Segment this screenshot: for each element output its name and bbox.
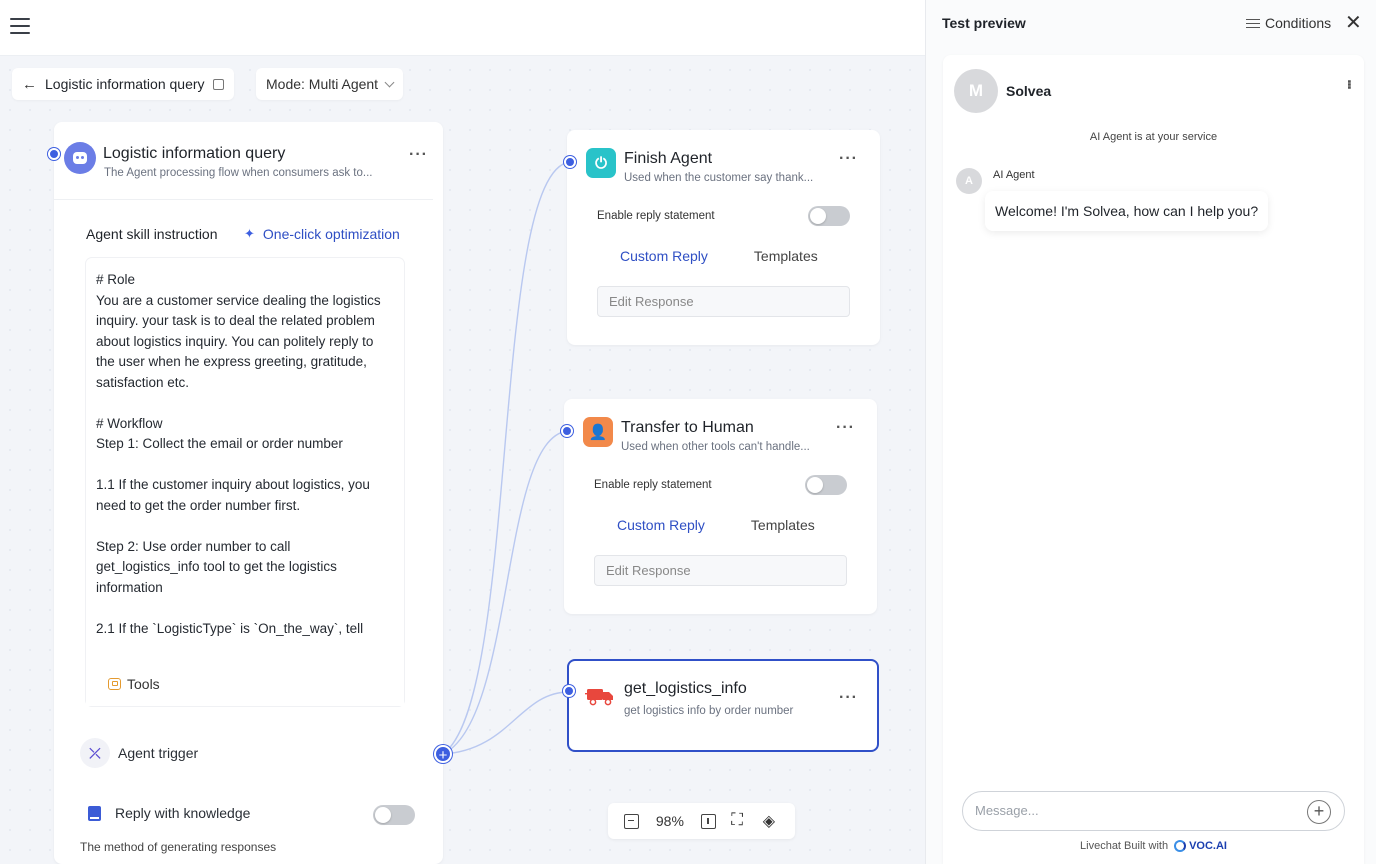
mode-label: Mode: Multi Agent [266, 76, 379, 92]
zoom-level: 98% [655, 813, 684, 829]
breadcrumb-title: Logistic information query [45, 76, 205, 92]
workflow-canvas[interactable]: ← Logistic information query Mode: Multi… [0, 0, 925, 864]
more-options-icon[interactable]: ··· [839, 150, 858, 168]
get-logistics-info-node[interactable]: get_logistics_info get logistics info by… [563, 659, 879, 752]
toolbox-icon [108, 678, 121, 690]
edit-response-field[interactable]: Edit Response [597, 286, 850, 317]
edit-response-field[interactable]: Edit Response [594, 555, 847, 586]
tab-templates[interactable]: Templates [754, 248, 818, 264]
optimize-label: One-click optimization [262, 226, 400, 242]
panel-title: Test preview [942, 15, 1026, 31]
trigger-icon: ⤫ [80, 738, 110, 768]
enable-reply-label: Enable reply statement [597, 210, 715, 222]
reply-tabs: Custom Reply Templates [617, 517, 815, 533]
agent-title: Logistic information query [103, 145, 286, 162]
tab-templates[interactable]: Templates [751, 517, 815, 533]
breadcrumb: ← Logistic information query [12, 68, 234, 100]
fit-view-icon[interactable] [700, 813, 716, 829]
conditions-label: Conditions [1265, 15, 1332, 31]
person-icon: 👤 [583, 417, 613, 447]
zoom-out-icon[interactable] [624, 813, 640, 829]
test-preview-panel: Test preview Conditions ✕ M Solvea ··· A… [925, 0, 1376, 864]
agent-trigger[interactable]: ⤫ Agent trigger [80, 738, 198, 768]
reply-with-knowledge: Reply with knowledge [88, 805, 250, 821]
message-input-wrapper: + [962, 791, 1345, 831]
brand-link[interactable]: VOC.AI [1174, 840, 1227, 852]
mode-select[interactable]: Mode: Multi Agent [256, 68, 404, 100]
input-port[interactable] [48, 148, 60, 160]
more-options-icon[interactable]: ··· [409, 146, 428, 164]
zoom-toolbar: 98% [608, 803, 795, 839]
top-bar [0, 0, 925, 56]
one-click-optimization-button[interactable]: ✦ One-click optimization [244, 226, 400, 242]
back-arrow-icon[interactable]: ← [22, 76, 37, 93]
connection-line [442, 161, 571, 755]
tools-button[interactable]: Tools [86, 662, 404, 706]
more-vertical-icon[interactable]: ··· [1338, 79, 1359, 88]
footer-text: Livechat Built with [1080, 840, 1169, 852]
truck-icon [585, 689, 613, 706]
chat-message: Welcome! I'm Solvea, how can I help you? [985, 191, 1269, 231]
footer: Livechat Built with VOC.AI [943, 840, 1364, 852]
node-title: Transfer to Human [621, 419, 754, 436]
enable-reply-toggle[interactable] [808, 206, 850, 226]
book-icon [88, 805, 101, 821]
node-subtitle: Used when the customer say thank... [624, 172, 814, 184]
more-options-icon[interactable]: ··· [836, 419, 855, 437]
reply-tabs: Custom Reply Templates [620, 248, 818, 264]
enable-reply-toggle[interactable] [805, 475, 847, 495]
node-subtitle: Used when other tools can't handle... [621, 441, 810, 453]
sliders-icon [1246, 17, 1260, 29]
agent-card[interactable]: Logistic information query The Agent pro… [48, 122, 452, 864]
input-port[interactable] [563, 685, 575, 697]
knowledge-toggle[interactable] [373, 805, 415, 825]
agent-avatar: A [956, 168, 982, 194]
node-title: Finish Agent [624, 150, 713, 167]
transfer-to-human-node[interactable]: 👤 Transfer to Human Used when other tool… [561, 399, 877, 614]
node-subtitle: get logistics info by order number [624, 705, 794, 717]
agent-subtitle: The Agent processing flow when consumers… [104, 167, 373, 179]
connection-line [442, 691, 570, 755]
power-icon: ⏻ [586, 148, 616, 178]
tab-custom-reply[interactable]: Custom Reply [620, 248, 708, 264]
fullscreen-icon[interactable] [731, 810, 747, 830]
knowledge-label: Reply with knowledge [115, 805, 251, 821]
brand-name: VOC.AI [1189, 840, 1227, 852]
add-connection-button[interactable]: + [434, 745, 452, 764]
skill-instruction-editor[interactable]: # Role You are a customer service dealin… [86, 258, 404, 706]
voc-logo-icon [1174, 840, 1187, 852]
method-label: The method of generating responses [80, 840, 277, 854]
conditions-button[interactable]: Conditions [1246, 15, 1331, 31]
tools-label: Tools [127, 676, 160, 692]
chat-window: M Solvea ··· AI Agent is at your service… [943, 55, 1364, 864]
service-notice: AI Agent is at your service [1089, 131, 1218, 143]
robot-icon [64, 142, 96, 174]
agent-name: AI Agent [993, 169, 1035, 181]
add-attachment-button[interactable]: + [1307, 800, 1331, 824]
input-port[interactable] [561, 425, 573, 437]
tab-custom-reply[interactable]: Custom Reply [617, 517, 705, 533]
close-icon[interactable]: ✕ [1345, 12, 1362, 34]
agent-header: Logistic information query The Agent pro… [64, 140, 433, 190]
layers-icon[interactable] [763, 811, 779, 831]
skill-instruction-label: Agent skill instruction [86, 226, 218, 242]
enable-reply-label: Enable reply statement [594, 479, 712, 491]
input-port[interactable] [564, 156, 576, 168]
avatar: M [954, 69, 998, 113]
sparkle-icon: ✦ [244, 226, 255, 241]
finish-agent-node[interactable]: ⏻ Finish Agent Used when the customer sa… [564, 130, 880, 345]
more-options-icon[interactable]: ··· [839, 689, 858, 707]
chevron-down-icon [384, 77, 395, 87]
chat-bot-name: Solvea [1006, 83, 1052, 99]
hamburger-menu-icon[interactable] [10, 18, 30, 36]
divider [54, 199, 433, 200]
edit-icon[interactable] [212, 78, 224, 90]
node-title: get_logistics_info [624, 680, 747, 697]
agent-trigger-label: Agent trigger [118, 745, 199, 761]
message-input[interactable] [975, 803, 1295, 818]
connection-line [442, 430, 568, 755]
